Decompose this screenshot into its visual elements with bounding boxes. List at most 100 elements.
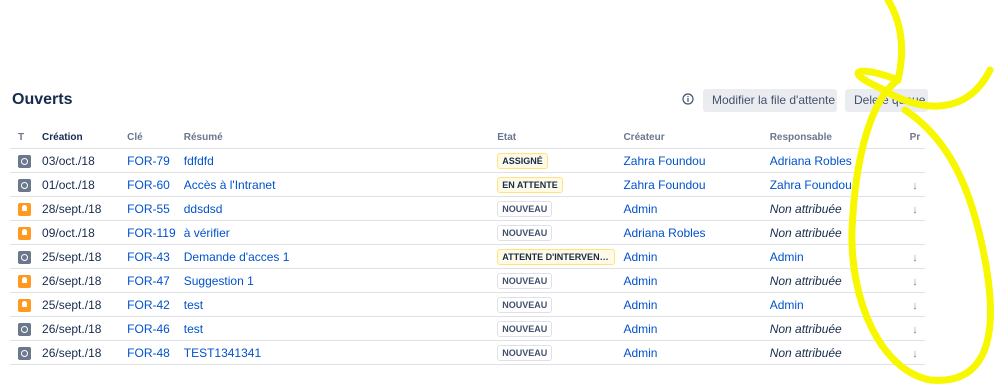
lightbulb-icon <box>18 274 31 288</box>
priority-low-icon: ↓ <box>912 347 918 360</box>
issue-key-link[interactable]: FOR-79 <box>127 154 170 168</box>
issue-key-link[interactable]: FOR-60 <box>127 178 170 192</box>
table-row[interactable]: 26/sept./18 FOR-46 test NOUVEAU Admin Non att… <box>10 316 925 341</box>
assignee-value: Non attribuée <box>769 225 842 240</box>
summary-link[interactable]: à vérifier <box>184 226 230 240</box>
status-badge: NOUVEAU <box>497 224 553 241</box>
status-cell: EN ATTENTE <box>489 172 616 197</box>
summary-cell: Accès à l'Intranet <box>175 172 490 197</box>
delete-queue-button[interactable]: Delete queue <box>845 89 928 112</box>
issue-key-cell: FOR-79 <box>119 148 176 173</box>
issue-key-link[interactable]: FOR-47 <box>127 274 170 288</box>
reporter-link[interactable]: Admin <box>623 298 657 312</box>
lightbulb-icon <box>18 226 31 240</box>
table-header-row: T Création Clé Résumé Etat Créateur Resp… <box>10 126 925 149</box>
table-row[interactable]: 25/sept./18 FOR-42 test NOUVEAU Admin Admin ↓ <box>10 292 925 317</box>
info-icon[interactable] <box>682 93 694 105</box>
column-header-summary[interactable]: Résumé <box>175 126 490 149</box>
reporter-link[interactable]: Admin <box>623 274 657 288</box>
summary-link[interactable]: test <box>184 322 203 336</box>
summary-link[interactable]: fdfdfd <box>184 154 214 168</box>
summary-link[interactable]: TEST1341341 <box>184 346 261 360</box>
status-badge: NOUVEAU <box>497 272 553 289</box>
summary-link[interactable]: Suggestion 1 <box>184 274 254 288</box>
type-cell <box>10 196 35 221</box>
reporter-cell: Admin <box>615 244 762 269</box>
created-date: 25/sept./18 <box>34 244 120 269</box>
reporter-link[interactable]: Zahra Foundou <box>623 178 705 192</box>
assignee-value: Non attribuée <box>769 201 842 216</box>
issue-key-cell: FOR-42 <box>119 292 176 317</box>
priority-cell <box>904 220 925 245</box>
issue-key-link[interactable]: FOR-119 <box>127 226 175 240</box>
table-row[interactable]: 26/sept./18 FOR-47 Suggestion 1 NOUVEAU Admi… <box>10 268 925 293</box>
column-header-created[interactable]: Création <box>34 126 120 149</box>
created-date: 09/oct./18 <box>34 220 120 245</box>
created-date: 26/sept./18 <box>34 316 120 341</box>
assignee-cell: Admin <box>761 292 905 317</box>
table-row[interactable]: 01/oct./18 FOR-60 Accès à l'Intranet EN ATT… <box>10 172 925 197</box>
priority-low-icon: ↓ <box>912 299 918 312</box>
assignee-cell: Non attribuée <box>761 220 905 245</box>
reporter-link[interactable]: Zahra Foundou <box>623 154 705 168</box>
summary-link[interactable]: test <box>184 298 203 312</box>
created-date: 26/sept./18 <box>34 340 120 365</box>
table-row[interactable]: 26/sept./18 FOR-48 TEST1341341 NOUVEAU Admin… <box>10 340 925 365</box>
issue-key-cell: FOR-43 <box>119 244 176 269</box>
type-cell <box>10 220 35 245</box>
priority-low-icon: ↓ <box>912 251 918 264</box>
issue-key-link[interactable]: FOR-46 <box>127 322 170 336</box>
reporter-cell: Admin <box>615 340 762 365</box>
status-cell: NOUVEAU <box>489 340 616 365</box>
table-row[interactable]: 28/sept./18 FOR-55 ddsdsd NOUVEAU Admin Non a… <box>10 196 925 221</box>
assignee-value[interactable]: Adriana Robles <box>770 154 852 168</box>
issue-key-link[interactable]: FOR-42 <box>127 298 170 312</box>
status-badge: ASSIGNÉ <box>497 152 548 169</box>
column-header-status[interactable]: Etat <box>489 126 616 149</box>
assignee-value[interactable]: Zahra Foundou <box>770 178 852 192</box>
created-date: 26/sept./18 <box>34 268 120 293</box>
issue-key-link[interactable]: FOR-43 <box>127 250 170 264</box>
summary-link[interactable]: Demande d'acces 1 <box>184 250 290 264</box>
column-header-key[interactable]: Clé <box>119 126 176 149</box>
reporter-link[interactable]: Admin <box>623 202 657 216</box>
summary-link[interactable]: ddsdsd <box>184 202 223 216</box>
assignee-value[interactable]: Admin <box>770 250 804 264</box>
reporter-link[interactable]: Admin <box>623 322 657 336</box>
issue-key-link[interactable]: FOR-48 <box>127 346 170 360</box>
priority-cell <box>904 148 925 173</box>
priority-cell: ↓ <box>904 244 925 269</box>
column-header-type[interactable]: T <box>10 126 35 149</box>
reporter-link[interactable]: Admin <box>623 346 657 360</box>
column-header-priority[interactable]: Pr <box>904 126 925 149</box>
column-header-reporter[interactable]: Créateur <box>615 126 762 149</box>
assignee-value: Non attribuée <box>769 345 842 360</box>
summary-link[interactable]: Accès à l'Intranet <box>184 178 276 192</box>
reporter-cell: Admin <box>615 316 762 341</box>
status-cell: NOUVEAU <box>489 268 616 293</box>
created-date: 03/oct./18 <box>34 148 120 173</box>
lightbulb-icon <box>18 202 31 216</box>
status-cell: NOUVEAU <box>489 196 616 221</box>
reporter-link[interactable]: Adriana Robles <box>623 226 705 240</box>
summary-cell: fdfdfd <box>175 148 490 173</box>
request-type-icon <box>18 346 31 360</box>
priority-cell: ↓ <box>904 316 925 341</box>
issue-key-cell: FOR-55 <box>119 196 176 221</box>
assignee-value: Non attribuée <box>769 321 842 336</box>
summary-cell: test <box>175 316 490 341</box>
status-cell: NOUVEAU <box>489 292 616 317</box>
priority-cell: ↓ <box>904 172 925 197</box>
priority-cell: ↓ <box>904 292 925 317</box>
column-header-assignee[interactable]: Responsable <box>761 126 905 149</box>
reporter-cell: Admin <box>615 268 762 293</box>
issues-table: T Création Clé Résumé Etat Créateur Resp… <box>10 126 925 365</box>
reporter-link[interactable]: Admin <box>623 250 657 264</box>
table-row[interactable]: 25/sept./18 FOR-43 Demande d'acces 1 ATTENT… <box>10 244 925 269</box>
issue-key-link[interactable]: FOR-55 <box>127 202 170 216</box>
table-row[interactable]: 03/oct./18 FOR-79 fdfdfd ASSIGNÉ Zahra Found… <box>10 148 925 173</box>
table-row[interactable]: 09/oct./18 FOR-119 à vérifier NOUVEAU Adrian… <box>10 220 925 245</box>
assignee-value[interactable]: Admin <box>770 298 804 312</box>
edit-queue-button[interactable]: Modifier la file d'attente <box>703 89 837 112</box>
type-cell <box>10 172 35 197</box>
